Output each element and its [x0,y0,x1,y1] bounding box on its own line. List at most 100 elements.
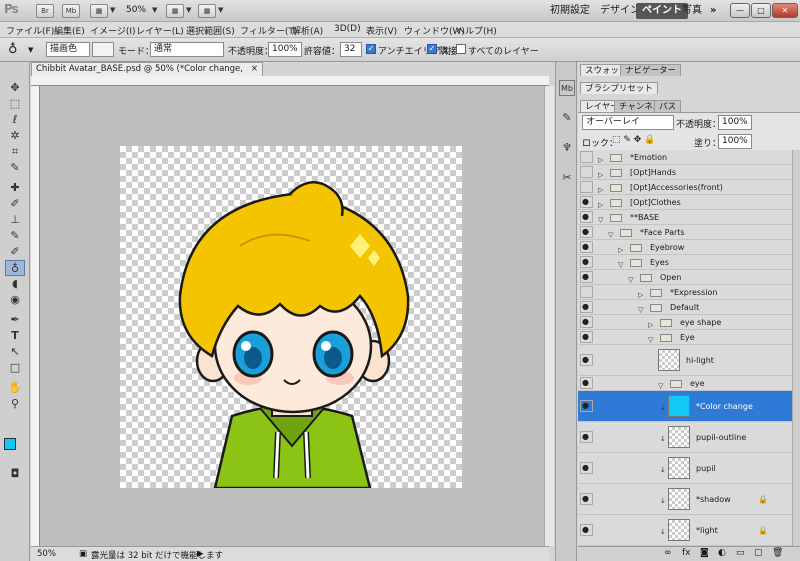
marquee-tool-icon[interactable]: ⬚ [5,96,25,112]
layer-visibility-toggle[interactable]: ● [580,354,593,366]
quick-select-tool-icon[interactable]: ✲ [5,128,25,144]
layer-mask-icon[interactable]: ◙ [700,548,709,558]
crop-tool-icon[interactable]: ⌗ [5,144,25,160]
layer-list-scrollbar[interactable] [792,150,800,546]
status-menu-icon[interactable]: ▶ [197,549,204,559]
delete-layer-icon[interactable]: 🗑 [772,548,783,558]
layer-row[interactable]: ● ↓ *shadow 🔒 [578,484,792,515]
link-layers-icon[interactable]: ∞ [664,548,672,558]
eyedropper-tool-icon[interactable]: ✎ [5,160,25,176]
layer-row[interactable]: ● ↓ pupil [578,453,792,484]
more-workspaces-button[interactable]: » [704,3,722,19]
layer-row[interactable]: ● ▽ Open [578,270,792,285]
adjustment-layer-icon[interactable]: ◐ [718,548,726,558]
status-info-icon[interactable]: ▣ [79,549,87,559]
tab-navigator[interactable]: ナビゲーター [620,64,682,76]
layer-opacity-field[interactable]: 100% [718,115,752,130]
hand-tool-icon[interactable]: ✋ [5,380,25,396]
paint-bucket-tool-icon[interactable]: ♁ [5,260,25,276]
workspace-default[interactable]: 初期設定 [544,3,596,19]
all-layers-checkbox[interactable] [456,44,466,54]
mini-bridge-icon[interactable]: Mb [559,80,575,96]
layer-row[interactable]: ● ↓ *Color change [578,391,792,422]
lasso-tool-icon[interactable]: ℓ [5,112,25,128]
layer-style-icon[interactable]: fx [682,548,691,558]
layer-visibility-toggle[interactable]: ● [580,462,593,474]
view-extras-button[interactable]: ▦ [90,4,108,18]
layer-row[interactable]: ● ▷ eye shape [578,315,792,330]
layer-row[interactable]: ● ▽ eye [578,376,792,391]
status-zoom[interactable]: 50% [37,549,56,559]
layer-visibility-toggle[interactable] [580,286,593,298]
layer-row[interactable]: ● ▽ Eye [578,330,792,345]
maximize-button[interactable]: □ [751,3,771,18]
clone-stamp-tool-icon[interactable]: ⊥ [5,212,25,228]
layer-visibility-toggle[interactable]: ● [580,316,593,328]
bridge-button[interactable]: Br [36,4,54,18]
paint-bucket-tool-preset-icon[interactable]: ♁ [8,42,18,57]
image-canvas[interactable] [120,146,462,488]
arrange-documents-button[interactable]: ▦ [166,4,184,18]
menu-analysis[interactable]: 解析(A) [292,24,323,37]
layer-visibility-toggle[interactable]: ● [580,331,593,343]
shape-tool-icon[interactable]: □ [5,360,25,376]
menu-select[interactable]: 選択範囲(S) [186,24,235,37]
move-tool-icon[interactable]: ✥ [5,80,25,96]
layer-visibility-toggle[interactable]: ● [580,196,593,208]
brush-tool-icon[interactable]: ✐ [5,196,25,212]
layer-visibility-toggle[interactable]: ● [580,241,593,253]
type-tool-icon[interactable]: T [5,328,25,344]
zoom-caret-icon[interactable]: ▼ [152,6,157,14]
vertical-ruler[interactable] [31,86,40,546]
pattern-picker[interactable] [92,42,114,57]
blur-tool-icon[interactable]: ◖ [5,276,25,292]
layer-visibility-toggle[interactable]: ● [580,226,593,238]
eraser-tool-icon[interactable]: ✐ [5,244,25,260]
layer-visibility-toggle[interactable]: ● [580,301,593,313]
layer-row[interactable]: ● ▽ Eyes [578,255,792,270]
layer-row[interactable]: ● ▽ *Face Parts [578,225,792,240]
menu-file[interactable]: ファイル(F) [6,24,54,37]
layer-blend-mode-select[interactable]: オーバーレイ [582,115,674,130]
brush-panel-icon[interactable]: ✎ [559,110,575,126]
close-tab-icon[interactable]: × [251,63,258,75]
quick-mask-icon[interactable]: ◘ [5,466,25,482]
horizontal-ruler[interactable] [31,76,549,86]
layer-row[interactable]: ● ▷ [Opt]Clothes [578,195,792,210]
document-tab[interactable]: Chibbit Avatar_BASE.psd @ 50% (*Color ch… [31,62,263,86]
layer-row[interactable]: ▷ *Expression [578,285,792,300]
layer-row[interactable]: ▷ [Opt]Accessories(front) [578,180,792,195]
tab-paths[interactable]: パス [654,100,682,112]
history-brush-tool-icon[interactable]: ✎ [5,228,25,244]
arrange-caret-icon[interactable]: ▼ [186,6,191,14]
tool-presets-icon[interactable]: ✂ [559,170,575,186]
menu-3d[interactable]: 3D(D) [334,24,361,34]
screen-mode-button[interactable]: ▦ [198,4,216,18]
fill-source-select[interactable]: 描画色 [46,42,90,57]
new-layer-icon[interactable]: ▢ [754,548,763,558]
menu-layer[interactable]: レイヤー(L) [136,24,184,37]
layer-visibility-toggle[interactable]: ● [580,271,593,283]
layer-visibility-toggle[interactable] [580,181,593,193]
menu-edit[interactable]: 編集(E) [54,24,85,37]
menu-view[interactable]: 表示(V) [366,24,397,37]
new-group-icon[interactable]: ▭ [736,548,745,558]
foreground-color-swatch[interactable] [4,438,16,450]
view-extras-caret-icon[interactable]: ▼ [110,6,115,14]
layer-visibility-toggle[interactable]: ● [580,211,593,223]
clone-source-icon[interactable]: ♆ [559,140,575,156]
layer-row[interactable]: ▷ [Opt]Hands [578,165,792,180]
vertical-scrollbar[interactable] [544,86,554,546]
tool-preset-caret-icon[interactable]: ▼ [28,46,33,54]
tab-brush-presets[interactable]: ブラシプリセット [580,82,658,94]
layer-fill-field[interactable]: 100% [718,134,752,149]
layer-row[interactable]: ▷ *Emotion [578,150,792,165]
layer-visibility-toggle[interactable]: ● [580,431,593,443]
pen-tool-icon[interactable]: ✒ [5,312,25,328]
mini-bridge-button[interactable]: Mb [62,4,80,18]
layer-visibility-toggle[interactable]: ● [580,493,593,505]
close-window-button[interactable]: ✕ [772,3,798,18]
layer-row[interactable]: ● hi-light [578,345,792,376]
contiguous-checkbox[interactable]: ✓ [427,44,437,54]
layer-visibility-toggle[interactable]: ● [580,524,593,536]
